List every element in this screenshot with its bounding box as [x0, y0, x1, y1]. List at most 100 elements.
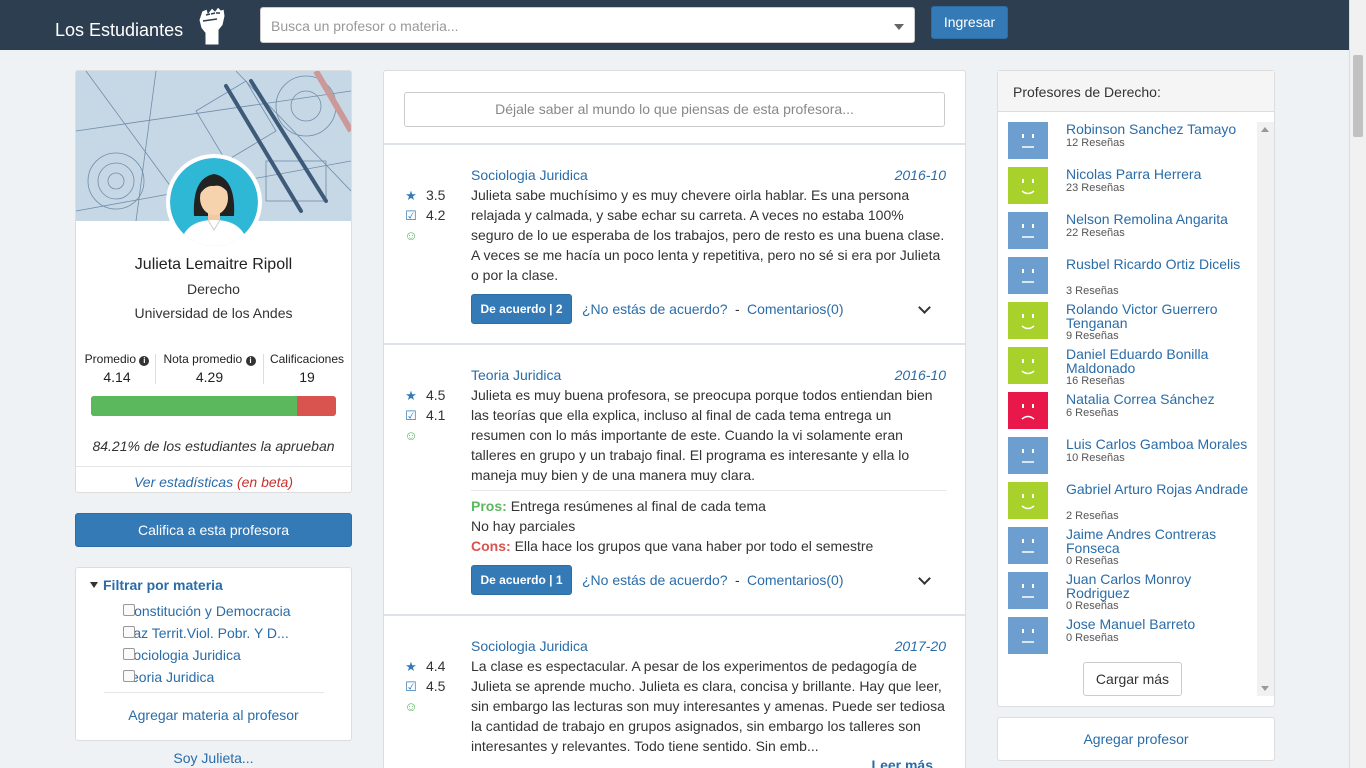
- scrollbar-thumb[interactable]: [1353, 55, 1363, 137]
- professor-name-link[interactable]: Daniel Eduardo Bonilla Maldonado: [1066, 347, 1256, 375]
- filter-item[interactable]: Constitución y Democracia: [104, 603, 291, 619]
- professor-list-item[interactable]: Nelson Remolina Angarita 22 Reseñas: [1008, 212, 1248, 252]
- professor-list-item[interactable]: Juan Carlos Monroy Rodriguez 0 Reseñas: [1008, 572, 1248, 612]
- stat-value: 4.14: [103, 369, 131, 385]
- professor-list-item[interactable]: Natalia Correa Sánchez 6 Reseñas: [1008, 392, 1248, 432]
- professor-list-item[interactable]: Rusbel Ricardo Ortiz Dicelis 3 Reseñas: [1008, 257, 1248, 297]
- beta-label: (en beta): [236, 474, 294, 490]
- professor-name-link[interactable]: Luis Carlos Gamboa Morales: [1066, 437, 1256, 451]
- info-icon[interactable]: i: [245, 356, 256, 366]
- filter-item[interactable]: Teoria Juridica: [104, 669, 214, 685]
- review-date: 2016-10: [894, 367, 946, 383]
- search-input[interactable]: Busca un profesor o materia...: [260, 7, 915, 43]
- cons-text: Ella hace los grupos que vana haber por …: [514, 538, 874, 554]
- review-card: Teoria Juridica 2016-10 ★ 4.5 ☑ 4.1 ☺ Juli…: [384, 343, 965, 615]
- add-professor-button[interactable]: Agregar profesor: [997, 717, 1275, 761]
- agree-button[interactable]: De acuerdo | 1: [471, 565, 572, 595]
- login-button[interactable]: Ingresar: [931, 6, 1008, 39]
- divider: [471, 490, 947, 491]
- professor-name-link[interactable]: Jaime Andres Contreras Fonseca: [1066, 527, 1256, 555]
- add-professor-link[interactable]: Agregar profesor: [1083, 731, 1188, 747]
- stat-value: 19: [299, 369, 315, 385]
- brand-link[interactable]: Los Estudiantes: [55, 20, 183, 41]
- professor-list-item[interactable]: Nicolas Parra Herrera 23 Reseñas: [1008, 167, 1248, 207]
- checkbox[interactable]: [123, 626, 135, 638]
- professor-name: Julieta Lemaitre Ripoll: [134, 256, 293, 273]
- professor-name-link[interactable]: Nelson Remolina Angarita: [1066, 212, 1256, 226]
- profile-stats: Promedio i 4.14 Nota promedio i 4.29 Cal…: [76, 352, 351, 387]
- review-course-link[interactable]: Sociologia Juridica: [471, 638, 588, 654]
- comments-link[interactable]: Comentarios(0): [747, 301, 843, 317]
- filter-item-label[interactable]: Constitución y Democracia: [124, 603, 291, 619]
- checkbox[interactable]: [123, 604, 135, 616]
- filter-item-label[interactable]: Sociologia Juridica: [124, 647, 241, 663]
- navbar: Los Estudiantes Busca un profesor o mate…: [0, 0, 1366, 50]
- claim-profile-link[interactable]: Soy Julieta...: [75, 750, 352, 766]
- chevron-down-icon[interactable]: [894, 24, 904, 30]
- scroll-up-arrow-icon[interactable]: [1261, 127, 1269, 132]
- review-score-rating: ★ 4.5: [404, 387, 445, 404]
- pros-line-2: No hay parciales: [471, 518, 575, 534]
- info-icon[interactable]: i: [139, 356, 150, 366]
- review-text: La clase es espectacular. A pesar de los…: [471, 658, 945, 754]
- professor-name-link[interactable]: Jose Manuel Barreto: [1066, 617, 1256, 631]
- professor-name-link[interactable]: Nicolas Parra Herrera: [1066, 167, 1256, 181]
- filter-item[interactable]: Paz Territ.Viol. Pobr. Y D...: [104, 625, 289, 641]
- professor-name-link[interactable]: Gabriel Arturo Rojas Andrade: [1066, 482, 1256, 496]
- score-value: 4.4: [426, 658, 446, 674]
- filter-toggle[interactable]: Filtrar por materia: [90, 577, 223, 593]
- read-more-link[interactable]: Leer más: [872, 757, 933, 768]
- professor-list-item[interactable]: Luis Carlos Gamboa Morales 10 Reseñas: [1008, 437, 1248, 477]
- professor-list-item[interactable]: Daniel Eduardo Bonilla Maldonado 16 Reseñ…: [1008, 347, 1248, 387]
- review-mood: ☺: [404, 698, 426, 714]
- opinion-input[interactable]: Déjale saber al mundo lo que piensas de …: [404, 92, 945, 127]
- review-card: Sociologia Juridica 2017-20 ★ 4.4 ☑ 4.5 ☺ …: [384, 614, 965, 768]
- filter-item-label[interactable]: Teoria Juridica: [124, 669, 214, 685]
- comments-link[interactable]: Comentarios(0): [747, 572, 843, 588]
- professor-list-item[interactable]: Robinson Sanchez Tamayo 12 Reseñas: [1008, 122, 1248, 162]
- checkbox[interactable]: [123, 670, 135, 682]
- filter-item-label[interactable]: Paz Territ.Viol. Pobr. Y D...: [124, 625, 289, 641]
- smile-icon: ☺: [404, 228, 418, 243]
- review-course-link[interactable]: Sociologia Juridica: [471, 167, 588, 183]
- star-icon: ★: [405, 388, 417, 403]
- professor-name-link[interactable]: Juan Carlos Monroy Rodriguez: [1066, 572, 1256, 600]
- professor-name-link[interactable]: Rusbel Ricardo Ortiz Dicelis: [1066, 257, 1256, 271]
- review-score-grade: ☑ 4.2: [404, 207, 445, 224]
- neutral-face-icon: [1008, 572, 1048, 609]
- professor-list-item[interactable]: Jaime Andres Contreras Fonseca 0 Reseñas: [1008, 527, 1248, 567]
- professor-list-item[interactable]: Rolando Victor Guerrero Tenganan 9 Reseña…: [1008, 302, 1248, 342]
- checkbox[interactable]: [123, 648, 135, 660]
- stat-label: Calificaciones: [269, 352, 345, 366]
- statistics-link-label[interactable]: Ver estadísticas: [134, 474, 233, 490]
- professor-department: Derecho: [187, 281, 240, 297]
- caret-down-icon: [90, 582, 98, 588]
- load-more-button[interactable]: Cargar más: [1083, 662, 1182, 696]
- professor-list-item[interactable]: Jose Manuel Barreto 0 Reseñas: [1008, 617, 1248, 657]
- professor-name-link[interactable]: Robinson Sanchez Tamayo: [1066, 122, 1256, 136]
- filter-item[interactable]: Sociologia Juridica: [104, 647, 241, 663]
- review-mood: ☺: [404, 427, 426, 443]
- score-value: 4.1: [426, 407, 446, 423]
- fist-logo-icon[interactable]: [193, 3, 229, 47]
- search-placeholder: Busca un profesor o materia...: [271, 18, 459, 34]
- professor-name-link[interactable]: Natalia Correa Sánchez: [1066, 392, 1256, 406]
- rate-professor-button[interactable]: Califica a esta profesora: [75, 513, 352, 547]
- scroll-down-arrow-icon[interactable]: [1261, 686, 1269, 691]
- professor-name-link[interactable]: Rolando Victor Guerrero Tenganan: [1066, 302, 1256, 330]
- disagree-link[interactable]: ¿No estás de acuerdo?: [582, 572, 728, 588]
- page-scrollbar[interactable]: [1349, 0, 1366, 768]
- review-course-link[interactable]: Teoria Juridica: [471, 367, 561, 383]
- chevron-down-icon[interactable]: [918, 301, 931, 314]
- professor-list-item[interactable]: Gabriel Arturo Rojas Andrade 2 Reseñas: [1008, 482, 1248, 522]
- score-value: 4.5: [426, 387, 446, 403]
- agree-button[interactable]: De acuerdo | 2: [471, 294, 572, 324]
- statistics-link[interactable]: Ver estadísticas (en beta): [76, 474, 351, 490]
- stat-label: Promedio: [84, 352, 136, 366]
- stat-divider: [155, 354, 156, 384]
- disagree-link[interactable]: ¿No estás de acuerdo?: [582, 301, 728, 317]
- add-subject-link[interactable]: Agregar materia al profesor: [76, 707, 351, 723]
- approval-text: 84.21% de los estudiantes la aprueban: [92, 438, 335, 454]
- list-scrollbar[interactable]: [1257, 122, 1274, 696]
- chevron-down-icon[interactable]: [918, 572, 931, 585]
